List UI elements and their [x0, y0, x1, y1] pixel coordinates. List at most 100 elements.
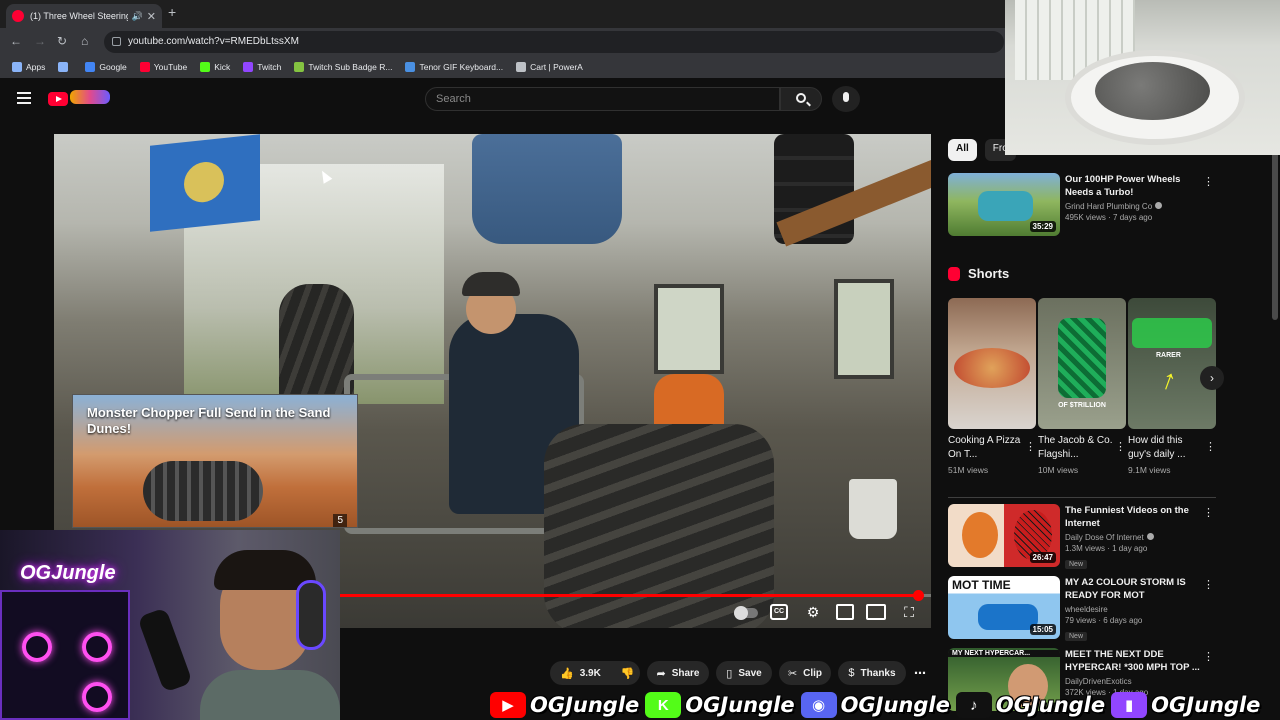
- channel-name[interactable]: DailyDrivenExotics: [1065, 677, 1205, 686]
- video-title[interactable]: Our 100HP Power Wheels Needs a Turbo!: [1065, 173, 1205, 199]
- like-count: 3.9K: [579, 667, 601, 679]
- bookmark-item[interactable]: Google: [85, 62, 127, 72]
- dislike-button[interactable]: 👎: [611, 661, 651, 685]
- short-title: How did this guy's daily ...: [1128, 435, 1186, 460]
- chip-all[interactable]: All: [948, 139, 977, 161]
- recommended-video[interactable]: MOT TIME 15:05 MY A2 COLOUR STORM IS REA…: [948, 576, 1218, 642]
- short-title: The Jacob & Co. Flagshi...: [1038, 435, 1113, 460]
- streamer-webcam-overlay: OGJungle: [0, 530, 340, 720]
- bookmark-label: Twitch Sub Badge R...: [308, 62, 393, 72]
- channel-name[interactable]: Daily Dose Of Internet: [1065, 533, 1205, 542]
- recommended-video[interactable]: 35:29 Our 100HP Power Wheels Needs a Tur…: [948, 173, 1218, 239]
- bucket: [849, 479, 897, 539]
- scrubber-handle[interactable]: [912, 590, 924, 601]
- more-options-icon[interactable]: ⋮: [1203, 650, 1214, 663]
- fullscreen-icon[interactable]: ⛶: [900, 604, 918, 620]
- video-thumbnail[interactable]: 35:29: [948, 173, 1060, 236]
- channel-name[interactable]: Grind Hard Plumbing Co: [1065, 202, 1205, 211]
- video-title[interactable]: The Funniest Videos on the Internet: [1065, 504, 1205, 530]
- hanging-truck: [472, 134, 622, 244]
- bookmark-item[interactable]: Tenor GIF Keyboard...: [405, 62, 503, 72]
- save-button[interactable]: ▯ Save: [716, 661, 772, 685]
- more-options-icon[interactable]: ⋮: [1025, 440, 1036, 453]
- more-options-icon[interactable]: ⋮: [1205, 440, 1216, 453]
- new-badge: New: [1065, 632, 1088, 641]
- clip-button[interactable]: ✂ Clip: [779, 661, 831, 685]
- twitch-icon: ▮: [1111, 692, 1148, 718]
- bookmark-label: Twitch: [257, 62, 282, 72]
- captions-icon[interactable]: CC: [770, 604, 788, 620]
- rgb-fan: [82, 632, 112, 662]
- social-handle-text: OGJungle: [685, 693, 795, 717]
- browser-tab[interactable]: (1) Three Wheel Steering F 🔊 ✕: [6, 4, 162, 28]
- settings-gear-icon[interactable]: ⚙: [804, 604, 822, 620]
- bookmark-label: YouTube: [153, 62, 188, 72]
- front-tire: [544, 424, 774, 628]
- bookmark-favicon-icon: [243, 62, 254, 72]
- like-button[interactable]: 👍 3.9K: [550, 661, 611, 685]
- video-title[interactable]: MEET THE NEXT DDE HYPERCAR! *300 MPH TOP…: [1065, 648, 1205, 674]
- shorts-next-arrow-icon[interactable]: ›: [1200, 366, 1224, 390]
- video-thumbnail[interactable]: MOT TIME 15:05: [948, 576, 1060, 639]
- video-thumbnail[interactable]: 26:47: [948, 504, 1060, 567]
- search-input[interactable]: Search: [425, 87, 780, 111]
- wall-flag: [150, 134, 260, 232]
- short-thumbnail[interactable]: RARER ↑: [1128, 298, 1216, 429]
- short-views: 10M views: [1038, 465, 1079, 475]
- more-options-icon[interactable]: ⋮: [1115, 440, 1126, 453]
- new-tab-button[interactable]: +: [168, 4, 176, 20]
- short-thumbnail[interactable]: [948, 298, 1036, 429]
- video-duration: 35:29: [1029, 221, 1056, 232]
- bookmark-item[interactable]: Cart | PowerA: [516, 62, 583, 72]
- video-duration: 26:47: [1029, 552, 1056, 563]
- thanks-label: Thanks: [860, 667, 896, 679]
- menu-icon[interactable]: [17, 92, 31, 104]
- person-cap: [462, 272, 520, 296]
- video-meta: 79 views · 6 days ago: [1065, 616, 1143, 625]
- back-icon[interactable]: ←: [10, 34, 22, 48]
- end-screen-counter: 5: [333, 514, 347, 527]
- channel-name[interactable]: wheeldesire: [1065, 605, 1205, 614]
- video-duration: 15:05: [1029, 624, 1056, 635]
- bookmark-item[interactable]: Twitch: [243, 62, 281, 72]
- theater-mode-icon[interactable]: [866, 604, 886, 620]
- more-options-icon[interactable]: ⋮: [1203, 578, 1214, 591]
- bookmark-item[interactable]: Apps: [12, 62, 45, 72]
- more-options-icon[interactable]: ⋮: [1203, 175, 1214, 188]
- thanks-button[interactable]: $ Thanks: [838, 661, 906, 685]
- bookmark-item[interactable]: [58, 62, 72, 72]
- bookmark-item[interactable]: YouTube: [139, 62, 188, 72]
- close-tab-icon[interactable]: ✕: [147, 10, 156, 23]
- bookmark-item[interactable]: Twitch Sub Badge R...: [294, 62, 392, 72]
- youtube-icon: ▶: [490, 692, 526, 718]
- site-info-icon[interactable]: [112, 37, 121, 46]
- youtube-doodle[interactable]: [70, 90, 110, 104]
- autoplay-toggle[interactable]: [734, 606, 758, 620]
- speaker-icon[interactable]: 🔊: [132, 11, 143, 22]
- end-screen-card[interactable]: Monster Chopper Full Send in the Sand Du…: [72, 394, 358, 528]
- bookmark-item[interactable]: Kick: [200, 62, 230, 72]
- neon-sign: OGJungle: [20, 562, 116, 584]
- search-button[interactable]: [780, 87, 822, 111]
- home-icon[interactable]: ⌂: [81, 34, 88, 48]
- social-handle: K OGJungle: [645, 692, 795, 718]
- forward-icon[interactable]: →: [34, 34, 46, 48]
- short-thumbnail[interactable]: OF $TRILLION: [1038, 298, 1126, 429]
- short-item[interactable]: Cooking A Pizza On T... 51M views ⋮: [948, 298, 1036, 475]
- miniplayer-icon[interactable]: [836, 604, 854, 620]
- shorts-title: Shorts: [968, 266, 1010, 281]
- video-title[interactable]: MY A2 COLOUR STORM IS READY FOR MOT: [1065, 576, 1205, 602]
- thumbs-up-icon: 👍: [560, 667, 574, 680]
- url-field[interactable]: youtube.com/watch?v=RMEDbLtssXM: [104, 31, 1004, 53]
- reload-icon[interactable]: ↻: [57, 34, 67, 48]
- share-button[interactable]: ➦ Share: [647, 661, 709, 685]
- more-options-icon[interactable]: ⋮: [1203, 506, 1214, 519]
- social-handles-bar: ▶ OGJungle K OGJungle ◉ OGJungle ♪ OGJungle ▮ OGJ…: [490, 690, 1280, 720]
- short-item[interactable]: OF $TRILLION The Jacob & Co. Flagshi... …: [1038, 298, 1126, 475]
- social-handle: ▶ OGJungle: [490, 692, 639, 718]
- more-actions-icon[interactable]: ⋯: [908, 661, 932, 685]
- voice-search-button[interactable]: [832, 86, 860, 112]
- recommended-video[interactable]: 26:47 The Funniest Videos on the Interne…: [948, 504, 1218, 570]
- video-meta: 495K views · 7 days ago: [1065, 213, 1153, 222]
- youtube-logo[interactable]: [48, 92, 68, 106]
